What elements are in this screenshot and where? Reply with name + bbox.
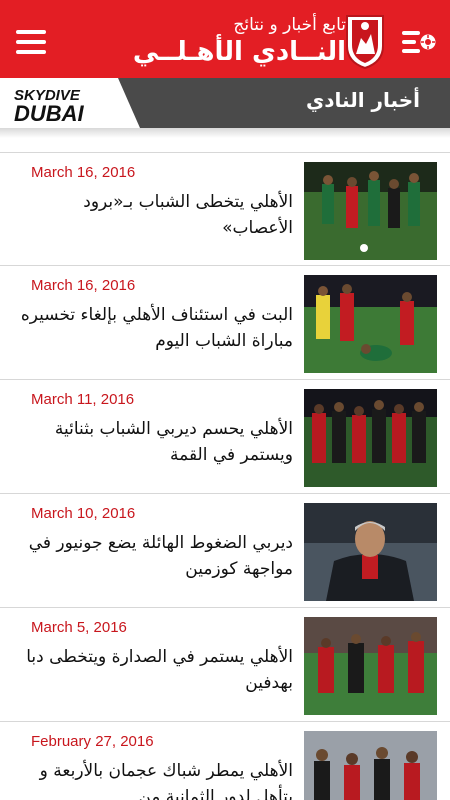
news-item[interactable]: March 16, 2016 الأهلي يتخطى الشباب بـ«بر… (0, 152, 450, 266)
news-thumbnail (304, 617, 437, 715)
news-date: March 16, 2016 (31, 277, 136, 294)
news-thumbnail (304, 389, 437, 487)
news-date: February 27, 2016 (31, 733, 154, 750)
news-title: ديربي الضغوط الهائلة يضع جونيور في مواجه… (28, 533, 293, 579)
news-thumbnail (304, 731, 437, 800)
header-title-block: تابع أخبار و نتائج النــادي الأهـلــي (96, 14, 346, 68)
sponsor-text-bottom: DUBAI (14, 101, 85, 126)
sports-menu-icon[interactable] (402, 28, 436, 56)
news-title: الأهلي يتخطى الشباب بـ«برود الأعصاب» (83, 192, 293, 238)
news-date: March 10, 2016 (31, 505, 136, 522)
sponsor-logo[interactable]: SKYDIVE DUBAI (0, 78, 140, 128)
app-header: تابع أخبار و نتائج النــادي الأهـلــي (0, 0, 450, 78)
section-title: أخبار النادي (305, 88, 420, 112)
header-title: النــادي الأهـلــي (132, 37, 346, 67)
news-title: الأهلي يحسم ديربي الشباب بثنائية ويستمر … (54, 419, 293, 465)
news-thumbnail (304, 503, 437, 601)
news-item[interactable]: February 27, 2016 الأهلي يمطر شباك عجمان… (0, 722, 450, 800)
news-list: March 16, 2016 الأهلي يتخطى الشباب بـ«بر… (0, 152, 450, 800)
news-item[interactable]: March 5, 2016 الأهلي يستمر في الصدارة وي… (0, 608, 450, 722)
news-thumbnail (304, 275, 437, 373)
news-date: March 16, 2016 (31, 164, 136, 181)
news-item[interactable]: March 16, 2016 البت في استئناف الأهلي بإ… (0, 266, 450, 380)
section-header-bar: SKYDIVE DUBAI أخبار النادي (0, 78, 450, 128)
news-date: March 11, 2016 (31, 391, 135, 408)
news-title: البت في استئناف الأهلي بإلغاء تخسيره مبا… (20, 305, 293, 351)
hamburger-menu-icon[interactable] (16, 30, 46, 54)
bar-shadow (0, 128, 450, 138)
news-title: الأهلي يستمر في الصدارة ويتخطى دبا بهدفي… (26, 647, 293, 693)
club-crest-logo (346, 15, 384, 70)
news-item[interactable]: March 10, 2016 ديربي الضغوط الهائلة يضع … (0, 494, 450, 608)
news-title: الأهلي يمطر شباك عجمان بالأربعة و يتأهل … (39, 761, 293, 800)
news-thumbnail (304, 162, 437, 260)
news-date: March 5, 2016 (31, 619, 127, 636)
news-item[interactable]: March 11, 2016 الأهلي يحسم ديربي الشباب … (0, 380, 450, 494)
header-subtitle: تابع أخبار و نتائج (233, 15, 346, 35)
